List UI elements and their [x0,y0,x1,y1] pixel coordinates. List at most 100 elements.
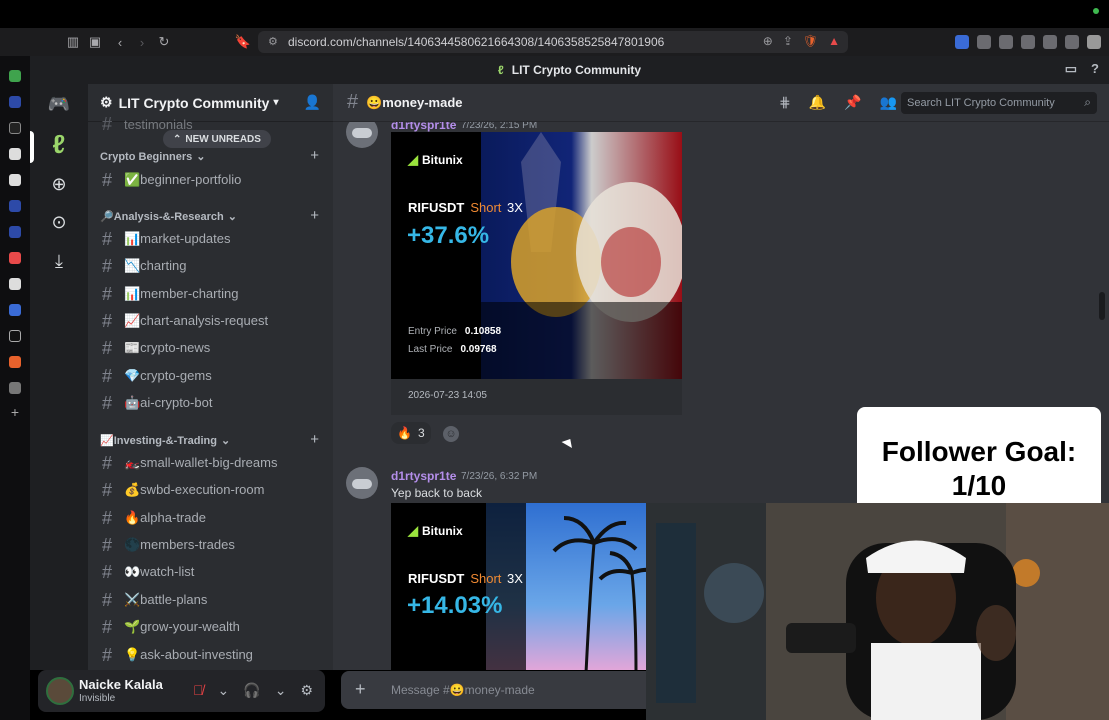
chevron-down-icon[interactable]: ⌄ [275,682,287,699]
channel-item[interactable]: # 🔥alpha-trade [102,506,206,530]
hash-icon: # [102,452,113,473]
category-header[interactable]: 📈Investing-&-Trading ⌄ [100,434,230,447]
tab-tiktok-icon[interactable] [9,330,21,342]
help-icon[interactable]: ? [1091,61,1099,77]
tab-favicon-icon[interactable] [9,356,21,368]
channel-title: 😀money-made [366,94,463,110]
tab-favicon-icon[interactable] [9,252,21,264]
tab-overview-icon[interactable]: ▣ [84,31,106,53]
channel-item[interactable]: # 📈chart-analysis-request [102,309,268,333]
search-input[interactable]: Search LIT Crypto Community ⌕ [901,92,1097,114]
microphone-muted-icon[interactable]: 🎙̸ [193,682,204,699]
headphones-icon[interactable]: 🎧 [243,682,260,699]
download-icon[interactable]: ⤓ [39,241,79,281]
invite-people-icon[interactable]: 👤 [304,94,321,111]
extension-icon[interactable] [955,35,969,49]
lit-server-icon[interactable]: ℓ [39,124,79,164]
message-author[interactable]: d1rtyspr1te [391,469,456,483]
trade-card-image[interactable]: ◢ Bitunix RIFUSDT Short 3X +14.03% [391,503,682,670]
notification-bell-icon[interactable]: 🔔 [809,94,826,111]
chat-scrollbar[interactable] [1099,292,1105,320]
hash-icon: # [102,228,113,249]
tab-favicon-icon[interactable] [9,96,21,108]
chevron-down-icon: ⌄ [220,435,231,447]
member-list-icon[interactable]: 👥 [880,94,897,111]
reload-icon[interactable]: ↻ [153,31,175,53]
chevron-down-icon[interactable]: ⌄ [218,682,230,699]
tab-favicon-icon[interactable] [9,200,21,212]
avatar[interactable] [46,677,74,705]
vpn-icon[interactable] [1065,35,1079,49]
puzzle-icon[interactable] [977,35,991,49]
brave-shields-icon[interactable]: 🛡 [803,34,818,48]
channel-item[interactable]: # 📊member-charting [102,282,238,306]
attach-plus-icon[interactable]: + [355,679,366,700]
tab-favicon-icon[interactable] [9,148,21,160]
channel-item[interactable]: # 💎crypto-gems [102,364,212,388]
add-server-icon[interactable]: ⊕ [39,164,79,204]
menu-icon[interactable] [1087,35,1101,49]
category-label: Crypto Beginners [100,150,193,163]
hash-icon: # [102,392,113,413]
channel-item[interactable]: # 📊market-updates [102,227,231,251]
discord-home-icon[interactable]: 🎮 [39,84,79,124]
sidebar-icon[interactable] [999,35,1013,49]
channel-item[interactable]: # ⚔️battle-plans [102,588,207,612]
channel-item[interactable]: # 💰swbd-execution-room [102,478,264,502]
channel-item[interactable]: # 🌱grow-your-wealth [102,615,240,639]
share-icon[interactable]: ⇪ [783,34,793,48]
channel-item[interactable]: # 👀watch-list [102,560,194,584]
trade-card-image[interactable]: ◢ Bitunix RIFUSDT Short 3X +37.6% Entry P… [391,132,682,379]
pinned-icon[interactable]: 📌 [844,94,861,111]
address-bar[interactable]: ⚙ discord.com/channels/14063445806216643… [258,31,848,53]
window-title: LIT Crypto Community [511,63,642,77]
threads-icon[interactable]: ⋕ [779,94,791,111]
avatar[interactable] [346,467,378,499]
avatar[interactable] [346,122,378,148]
discover-icon[interactable]: ⊙ [39,202,79,242]
forward-icon[interactable]: › [131,31,153,53]
message-author[interactable]: d1rtyspr1te [391,122,456,132]
tab-favicon-icon[interactable] [9,226,21,238]
zoom-icon[interactable]: ⊕ [763,34,773,48]
tab-favicon-icon[interactable] [9,174,21,186]
tab-favicon-icon[interactable] [9,278,21,290]
chevron-down-icon: ⌄ [196,151,206,163]
new-tab-icon[interactable]: + [0,404,30,420]
create-channel-icon[interactable]: + [310,431,319,448]
back-icon[interactable]: ‹ [109,31,131,53]
channel-item[interactable]: # 📉charting [102,254,186,278]
channel-item[interactable]: # 🤖ai-crypto-bot [102,391,212,415]
hash-icon: # [102,479,113,500]
tab-favicon-icon[interactable] [9,382,21,394]
channel-item[interactable]: # 🌑members-trades [102,533,235,557]
channel-item[interactable]: # 📰crypto-news [102,336,210,360]
add-reaction-icon[interactable]: ☺ [443,426,459,442]
tab-favicon-icon[interactable] [9,304,21,316]
create-channel-icon[interactable]: + [310,147,319,164]
site-info-icon[interactable]: ⚙ [268,35,278,48]
chat-header: # 😀money-made ⋕ 🔔 📌 👥 Search LIT Crypto … [333,84,1109,122]
category-header[interactable]: Crypto Beginners ⌄ [100,150,206,164]
new-unreads-pill[interactable]: ⌃ NEW UNREADS [163,130,271,148]
entry-price-value: 0.10858 [464,326,502,337]
message-text: Yep back to back [391,486,482,500]
pair-label: RIFUSDT [408,200,465,215]
settings-gear-icon[interactable]: ⚙ [300,682,313,699]
wallet-icon[interactable] [1021,35,1035,49]
inbox-icon[interactable]: ▭ [1065,61,1077,77]
brave-rewards-icon[interactable]: ▲ [828,34,840,48]
reaction-fire[interactable]: 🔥 3 [391,422,431,444]
tab-favicon-icon[interactable] [9,70,21,82]
channel-item[interactable]: # 🏍️small-wallet-big-dreams [102,451,277,475]
hash-icon: # [102,310,113,331]
sidebar-toggle-icon[interactable]: ▥ [62,31,84,53]
create-channel-icon[interactable]: + [310,207,319,224]
bookmark-icon[interactable]: 🔖 [232,31,254,53]
tab-x-icon[interactable] [9,122,21,134]
channel-item[interactable]: # ✅beginner-portfolio [102,168,241,192]
channel-item[interactable]: # 💡ask-about-investing [102,643,253,667]
ai-icon[interactable] [1043,35,1057,49]
hash-icon: # [102,616,113,637]
category-header[interactable]: 🔎Analysis-&-Research ⌄ [100,210,237,223]
